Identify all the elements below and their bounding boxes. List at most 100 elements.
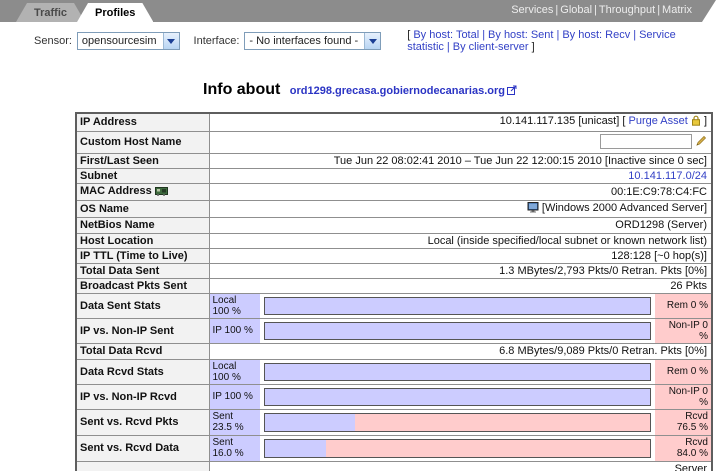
row-ip-address: IP Address 10.141.117.135 [unicast] [ Pu… <box>76 113 712 131</box>
nav-link-global[interactable]: Global <box>560 4 592 16</box>
top-nav-links: Services|Global|Throughput|Matrix <box>509 4 694 16</box>
windows-os-icon <box>527 202 539 216</box>
total-data-rcvd-value: 6.8 MBytes/9,089 Pkts/0 Retran. Pkts [0%… <box>209 343 712 359</box>
netbios-name-label: NetBios Name <box>76 217 209 233</box>
title-hostname-link[interactable]: ord1298.grecasa.gobiernodecanarias.org <box>290 85 505 97</box>
chevron-down-icon[interactable] <box>163 33 179 49</box>
bar-cap-nonip: Non-IP 0 % <box>655 385 711 409</box>
first-last-seen-label: First/Last Seen <box>76 153 209 168</box>
ip-ttl-value: 128:128 [~0 hop(s)] <box>209 248 712 263</box>
chevron-down-icon[interactable] <box>364 33 380 49</box>
link-by-client-server[interactable]: By client-server <box>453 41 529 53</box>
interface-label: Interface: <box>194 35 240 47</box>
bar-track <box>264 388 652 406</box>
row-ip-vs-nonip-sent: IP vs. Non-IP Sent IP 100 % Non-IP 0 % <box>76 318 712 343</box>
sensor-label: Sensor: <box>34 35 72 47</box>
custom-host-name-label: Custom Host Name <box>76 131 209 153</box>
bar-cap-remote: Rem 0 % <box>655 360 711 384</box>
link-by-host-sent[interactable]: By host: Sent <box>488 29 553 41</box>
host-location-value: Local (inside specified/local subnet or … <box>209 233 712 248</box>
host-type-server: Server <box>214 463 708 471</box>
row-total-data-rcvd: Total Data Rcvd 6.8 MBytes/9,089 Pkts/0 … <box>76 343 712 359</box>
network-card-icon <box>155 187 168 199</box>
os-name-value: [Windows 2000 Advanced Server] <box>209 200 712 217</box>
sent-vs-rcvd-pkts-bar: Sent 23.5 % Rcvd 76.5 % <box>209 409 712 435</box>
host-info-table: IP Address 10.141.117.135 [unicast] [ Pu… <box>75 112 713 471</box>
nav-link-services[interactable]: Services <box>511 4 553 16</box>
bar-cap-rcvd: Rcvd 84.0 % <box>655 436 711 461</box>
link-separator: | <box>633 29 636 41</box>
subnet-link[interactable]: 10.141.117.0/24 <box>628 170 707 182</box>
link-separator: | <box>482 29 485 41</box>
row-netbios-name: NetBios Name ORD1298 (Server) <box>76 217 712 233</box>
row-sent-vs-rcvd-data: Sent vs. Rcvd Data Sent 16.0 % Rcvd 84.0… <box>76 435 712 461</box>
nav-separator: | <box>594 4 597 16</box>
data-rcvd-stats-label: Data Rcvd Stats <box>76 359 209 384</box>
nav-separator: | <box>555 4 558 16</box>
tab-strip: Traffic Profiles <box>0 0 153 22</box>
ip-address-text: 10.141.117.135 [unicast] <box>500 115 620 127</box>
sensor-select[interactable]: opensourcesim <box>77 32 180 50</box>
tab-profiles-label: Profiles <box>95 7 135 19</box>
bar-cap-local: Local 100 % <box>210 360 260 384</box>
bar-fill-local <box>265 364 651 380</box>
ip-address-value: 10.141.117.135 [unicast] [ Purge Asset ] <box>209 113 712 131</box>
row-first-last-seen: First/Last Seen Tue Jun 22 08:02:41 2010… <box>76 153 712 168</box>
host-type-label: Host Type <box>76 461 209 471</box>
ip-vs-nonip-rcvd-label: IP vs. Non-IP Rcvd <box>76 384 209 409</box>
sent-vs-rcvd-data-bar: Sent 16.0 % Rcvd 84.0 % <box>209 435 712 461</box>
purge-asset-link[interactable]: Purge Asset <box>628 115 687 127</box>
bar-cap-ip: IP 100 % <box>210 319 260 343</box>
link-separator: | <box>556 29 559 41</box>
row-data-rcvd-stats: Data Rcvd Stats Local 100 % Rem 0 % <box>76 359 712 384</box>
bar-track <box>264 363 652 381</box>
row-total-data-sent: Total Data Sent 1.3 MBytes/2,793 Pkts/0 … <box>76 263 712 278</box>
bar-cap-remote: Rem 0 % <box>655 294 711 318</box>
custom-host-name-input[interactable] <box>600 134 692 149</box>
row-host-location: Host Location Local (inside specified/lo… <box>76 233 712 248</box>
link-by-host-total[interactable]: By host: Total <box>413 29 479 41</box>
bar-track <box>264 297 652 315</box>
row-data-sent-stats: Data Sent Stats Local 100 % Rem 0 % <box>76 293 712 318</box>
bracket-open: [ <box>622 115 625 127</box>
bar-fill-local <box>265 298 651 314</box>
link-separator: | <box>447 41 450 53</box>
total-data-sent-label: Total Data Sent <box>76 263 209 278</box>
bar-track <box>264 439 652 458</box>
lock-icon[interactable] <box>691 115 701 129</box>
total-data-sent-value: 1.3 MBytes/2,793 Pkts/0 Retran. Pkts [0%… <box>209 263 712 278</box>
row-host-type: Host Type Server Master Browser HTTP Ser… <box>76 461 712 471</box>
tab-profiles[interactable]: Profiles <box>77 3 153 22</box>
nav-link-throughput[interactable]: Throughput <box>599 4 655 16</box>
subnet-label: Subnet <box>76 168 209 183</box>
tab-traffic[interactable]: Traffic <box>16 3 85 22</box>
custom-host-name-value <box>209 131 712 153</box>
bar-cap-sent: Sent 16.0 % <box>210 436 260 461</box>
external-link-icon[interactable] <box>507 82 517 100</box>
pencil-icon[interactable] <box>695 135 707 150</box>
title-prefix: Info about <box>203 81 280 98</box>
bar-track <box>264 413 652 432</box>
link-by-host-recv[interactable]: By host: Recv <box>562 29 630 41</box>
sent-vs-rcvd-pkts-label: Sent vs. Rcvd Pkts <box>76 409 209 435</box>
bracket-close: ] <box>704 115 707 127</box>
row-broadcast-pkts-sent: Broadcast Pkts Sent 26 Pkts <box>76 278 712 293</box>
row-ip-ttl: IP TTL (Time to Live) 128:128 [~0 hop(s)… <box>76 248 712 263</box>
row-os-name: OS Name [Windows 2000 Advanced Server] <box>76 200 712 217</box>
bar-fill-ip <box>265 323 651 339</box>
host-view-links: [ By host: Total|By host: Sent|By host: … <box>407 29 720 53</box>
data-sent-stats-bar: Local 100 % Rem 0 % <box>209 293 712 318</box>
bar-cap-local: Local 100 % <box>210 294 260 318</box>
bar-fill-sent <box>265 440 327 457</box>
bracket-open: [ <box>407 29 410 41</box>
mac-address-value: 00:1E:C9:78:C4:FC <box>209 183 712 200</box>
interface-select[interactable]: - No interfaces found - <box>244 32 381 50</box>
row-mac-address: MAC Address 00:1E:C9:78:C4:FC <box>76 183 712 200</box>
host-type-value: Server Master Browser HTTP Server <box>209 461 712 471</box>
row-custom-host-name: Custom Host Name <box>76 131 712 153</box>
data-sent-stats-label: Data Sent Stats <box>76 293 209 318</box>
tab-traffic-label: Traffic <box>34 7 67 19</box>
host-location-label: Host Location <box>76 233 209 248</box>
data-rcvd-stats-bar: Local 100 % Rem 0 % <box>209 359 712 384</box>
nav-link-matrix[interactable]: Matrix <box>662 4 692 16</box>
